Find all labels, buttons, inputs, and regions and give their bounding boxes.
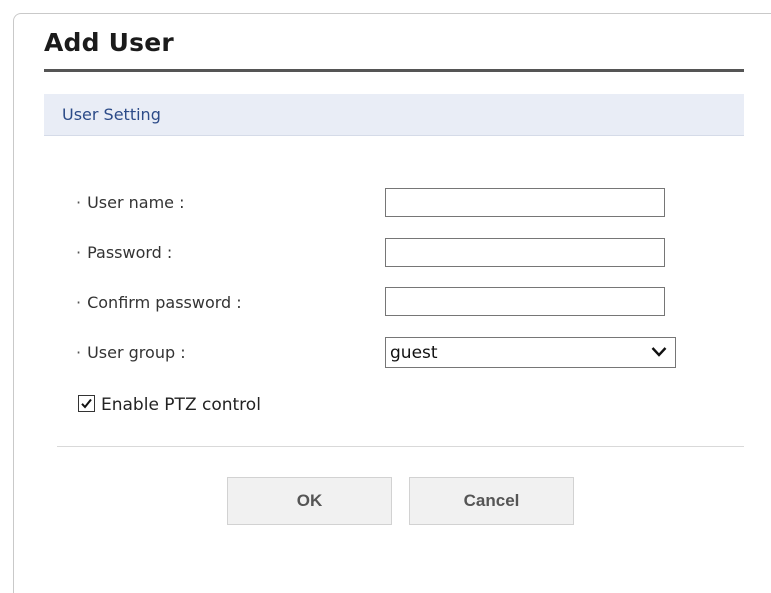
title-divider [44,69,744,72]
username-input[interactable] [385,188,665,217]
password-input[interactable] [385,238,665,267]
chevron-down-icon [651,347,667,357]
ok-button[interactable]: OK [227,477,392,525]
password-label: · Password : [76,243,173,262]
cancel-button[interactable]: Cancel [409,477,574,525]
bullet-icon: · [76,293,82,312]
bullet-icon: · [76,193,82,212]
dialog-title: Add User [44,28,174,57]
bullet-icon: · [76,343,82,362]
checkmark-icon [81,398,92,409]
user-setting-section-header: User Setting [44,94,744,136]
section-title: User Setting [62,105,161,124]
enable-ptz-checkbox[interactable] [78,395,95,412]
user-group-label: · User group : [76,343,186,362]
confirm-password-label: · Confirm password : [76,293,242,312]
user-group-select[interactable]: guest [385,337,676,368]
bullet-icon: · [76,243,82,262]
confirm-password-input[interactable] [385,287,665,316]
enable-ptz-label[interactable]: Enable PTZ control [101,395,261,415]
username-label: · User name : [76,193,185,212]
footer-divider [57,446,744,447]
user-group-selected-value: guest [390,343,438,363]
